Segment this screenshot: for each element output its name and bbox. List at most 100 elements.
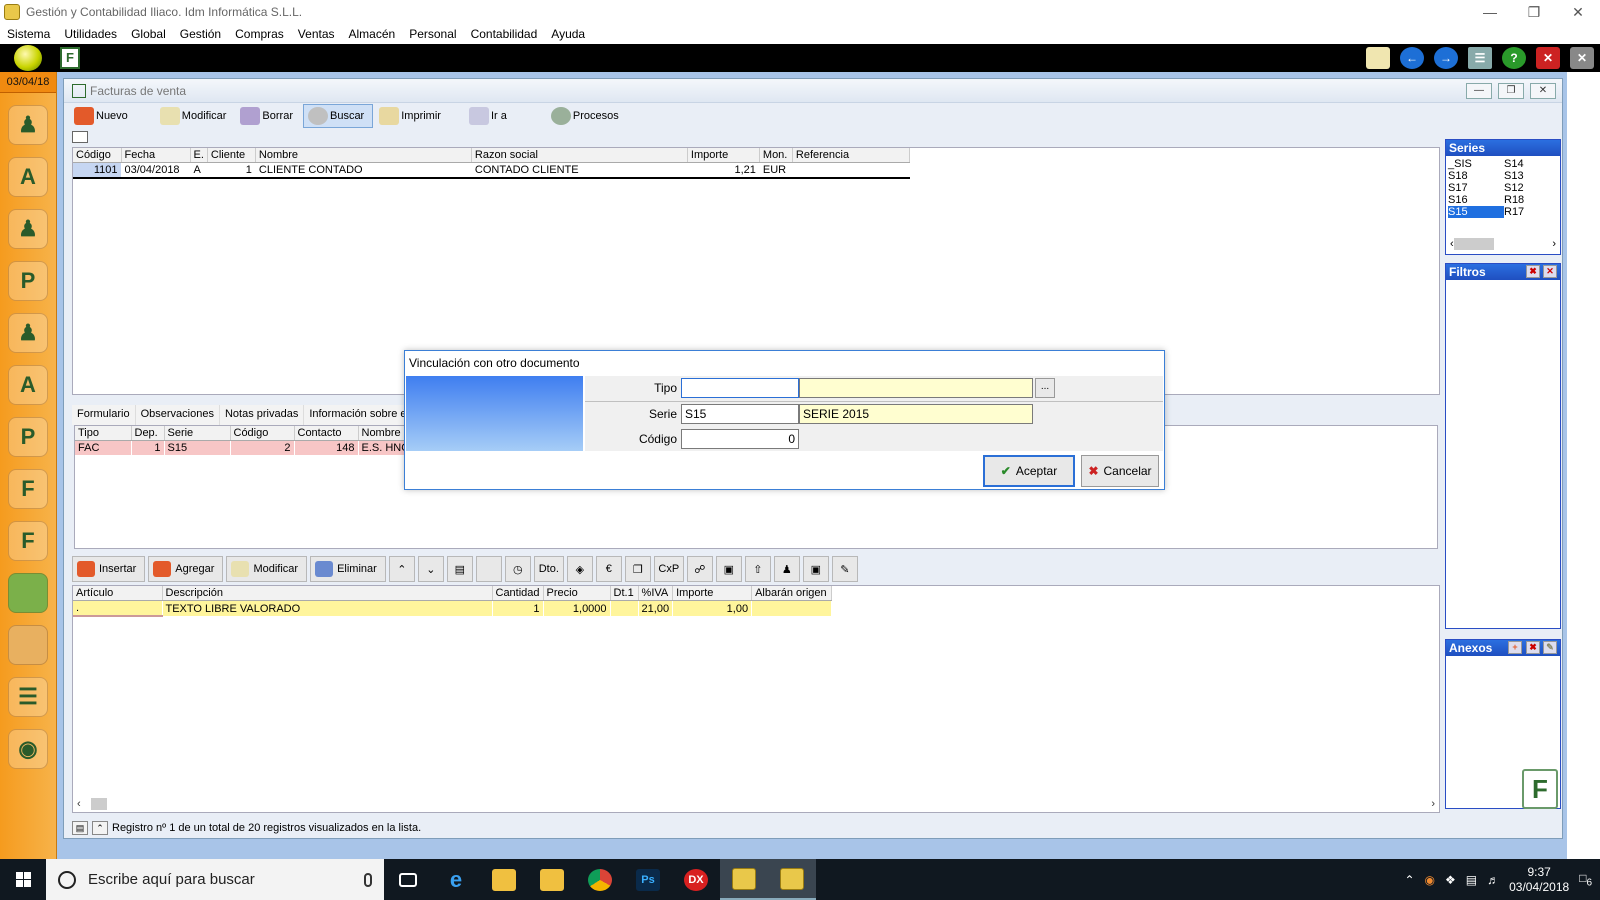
series-scrollbar[interactable]: ‹ › bbox=[1450, 238, 1556, 250]
iliaco-app-icon[interactable] bbox=[720, 859, 768, 900]
child-close-icon[interactable]: ✕ bbox=[1530, 83, 1556, 99]
col-moneda[interactable]: Mon. bbox=[759, 148, 793, 163]
taskbar-search[interactable]: Escribe aquí para buscar bbox=[46, 859, 384, 900]
tab-formulario[interactable]: Formulario bbox=[72, 405, 136, 425]
series-item[interactable]: S14 bbox=[1504, 158, 1560, 170]
scroll-left-icon[interactable]: ‹ bbox=[77, 798, 81, 810]
anexo-edit-icon[interactable]: ✎ bbox=[1543, 641, 1557, 654]
col-iva[interactable]: %IVA bbox=[638, 586, 674, 601]
col-precio[interactable]: Precio bbox=[543, 586, 611, 601]
modificar-line-button[interactable]: Modificar bbox=[226, 556, 308, 582]
person-a-icon[interactable]: A bbox=[8, 365, 48, 405]
tab-notas-privadas[interactable]: Notas privadas bbox=[219, 405, 305, 425]
chrome-icon[interactable] bbox=[576, 859, 624, 900]
menu-almacen[interactable]: Almacén bbox=[342, 27, 403, 41]
filter-clear-icon[interactable]: ✖ bbox=[1526, 265, 1540, 278]
grid-options-icon[interactable] bbox=[72, 131, 88, 143]
photoshop-icon[interactable]: Ps bbox=[624, 859, 672, 900]
fc-icon[interactable]: F bbox=[8, 521, 48, 561]
col-razon-social[interactable]: Razon social bbox=[471, 148, 688, 163]
document-icon[interactable]: ▤ bbox=[446, 556, 473, 582]
lineas-hscrollbar[interactable]: ‹ › bbox=[77, 798, 1435, 810]
edge-icon[interactable]: e bbox=[432, 859, 480, 900]
clock[interactable]: 9:37 03/04/2018 bbox=[1509, 865, 1569, 895]
col-serie[interactable]: Serie bbox=[164, 426, 231, 441]
task-view-icon[interactable] bbox=[384, 859, 432, 900]
insertar-button[interactable]: Insertar bbox=[72, 556, 146, 582]
col-albaran[interactable]: Albarán origen bbox=[751, 586, 833, 601]
disc-icon[interactable]: ◉ bbox=[8, 729, 48, 769]
menu-ayuda[interactable]: Ayuda bbox=[544, 27, 592, 41]
nuevo-button[interactable]: Nuevo bbox=[70, 104, 136, 128]
col-cliente[interactable]: Cliente bbox=[207, 148, 256, 163]
link-icon[interactable]: ☍ bbox=[686, 556, 713, 582]
windows-list-icon[interactable]: ☰ bbox=[1468, 47, 1492, 69]
menu-personal[interactable]: Personal bbox=[402, 27, 463, 41]
clock-icon[interactable]: ◷ bbox=[504, 556, 531, 582]
col-importe[interactable]: Importe bbox=[672, 586, 753, 601]
network-icon[interactable]: ▤ bbox=[1466, 873, 1477, 887]
table-row[interactable]: 1101 03/04/2018 A 1 CLIENTE CONTADO CONT… bbox=[73, 162, 910, 179]
col-importe[interactable]: Importe bbox=[687, 148, 760, 163]
image-icon[interactable]: ▣ bbox=[802, 556, 829, 582]
note-icon[interactable]: ✎ bbox=[831, 556, 858, 582]
group-icon[interactable]: ♟ bbox=[8, 313, 48, 353]
eliminar-button[interactable]: Eliminar bbox=[310, 556, 386, 582]
col-nombre[interactable]: Nombre bbox=[255, 148, 472, 163]
buscar-button[interactable]: Buscar bbox=[302, 104, 374, 128]
menu-global[interactable]: Global bbox=[124, 27, 173, 41]
menu-gestion[interactable]: Gestión bbox=[173, 27, 228, 41]
series-item[interactable]: S12 bbox=[1504, 182, 1560, 194]
tag-icon[interactable]: ◈ bbox=[566, 556, 593, 582]
move-down-icon[interactable]: ⌄ bbox=[417, 556, 444, 582]
col-codigo[interactable]: Código bbox=[230, 426, 295, 441]
col-fecha[interactable]: Fecha bbox=[121, 148, 191, 163]
serie-input[interactable] bbox=[681, 404, 799, 424]
procesos-button[interactable]: Procesos bbox=[547, 104, 627, 128]
restore-icon[interactable]: ❐ bbox=[1512, 0, 1556, 24]
table-row[interactable]: . TEXTO LIBRE VALORADO 1 1,0000 21,00 1,… bbox=[73, 600, 833, 617]
col-contacto[interactable]: Contacto bbox=[294, 426, 359, 441]
close-window-icon[interactable]: ✕ bbox=[1536, 47, 1560, 69]
help-icon[interactable]: ? bbox=[1502, 47, 1526, 69]
close-icon[interactable]: ✕ bbox=[1556, 0, 1600, 24]
col-referencia[interactable]: Referencia bbox=[792, 148, 910, 163]
scroll-right-icon[interactable]: › bbox=[1552, 238, 1556, 250]
abc-icon[interactable]: A bbox=[8, 157, 48, 197]
chevron-up-icon[interactable]: ⌃ bbox=[92, 821, 108, 835]
person-icon[interactable]: ♟ bbox=[773, 556, 800, 582]
dropbox-icon[interactable]: ❖ bbox=[1445, 873, 1456, 887]
scroll-right-icon[interactable]: › bbox=[1431, 798, 1435, 810]
codigo-input[interactable] bbox=[681, 429, 799, 449]
series-item[interactable]: R17 bbox=[1504, 206, 1560, 218]
col-estado[interactable]: E. bbox=[190, 148, 208, 163]
col-dep[interactable]: Dep. bbox=[131, 426, 165, 441]
microphone-icon[interactable] bbox=[364, 872, 372, 887]
ir-a-button[interactable]: Ir a bbox=[465, 104, 515, 128]
series-item[interactable]: S13 bbox=[1504, 170, 1560, 182]
p-icon[interactable]: P bbox=[8, 417, 48, 457]
modificar-button[interactable]: Modificar bbox=[156, 104, 235, 128]
menu-utilidades[interactable]: Utilidades bbox=[57, 27, 124, 41]
scroll-thumb[interactable] bbox=[1453, 238, 1494, 250]
menu-ventas[interactable]: Ventas bbox=[291, 27, 342, 41]
series-item-selected[interactable]: S15 bbox=[1448, 206, 1504, 218]
tray-headset-icon[interactable]: ◉ bbox=[1425, 873, 1435, 887]
col-dt1[interactable]: Dt.1 bbox=[610, 586, 639, 601]
agregar-button[interactable]: Agregar bbox=[148, 556, 224, 582]
dto-button[interactable]: Dto. bbox=[533, 556, 564, 582]
col-articulo[interactable]: Artículo bbox=[73, 586, 163, 601]
series-item[interactable]: S17 bbox=[1448, 182, 1504, 194]
box-icon[interactable]: ▣ bbox=[715, 556, 742, 582]
cxp-button[interactable]: CxP bbox=[653, 556, 684, 582]
minimize-icon[interactable]: — bbox=[1468, 0, 1512, 24]
imprimir-button[interactable]: Imprimir bbox=[375, 104, 449, 128]
export-icon[interactable]: ⇧ bbox=[744, 556, 771, 582]
grid-toggle-icon[interactable]: ▤ bbox=[72, 821, 88, 835]
file-explorer-icon[interactable] bbox=[528, 859, 576, 900]
series-item[interactable]: S16 bbox=[1448, 194, 1504, 206]
facturas-icon[interactable]: F bbox=[60, 47, 80, 69]
cancelar-button[interactable]: ✖ Cancelar bbox=[1081, 455, 1159, 487]
table-row[interactable]: FAC 1 S15 2 148 E.S. HNOS bbox=[75, 440, 422, 455]
person-p-icon[interactable]: P bbox=[8, 261, 48, 301]
